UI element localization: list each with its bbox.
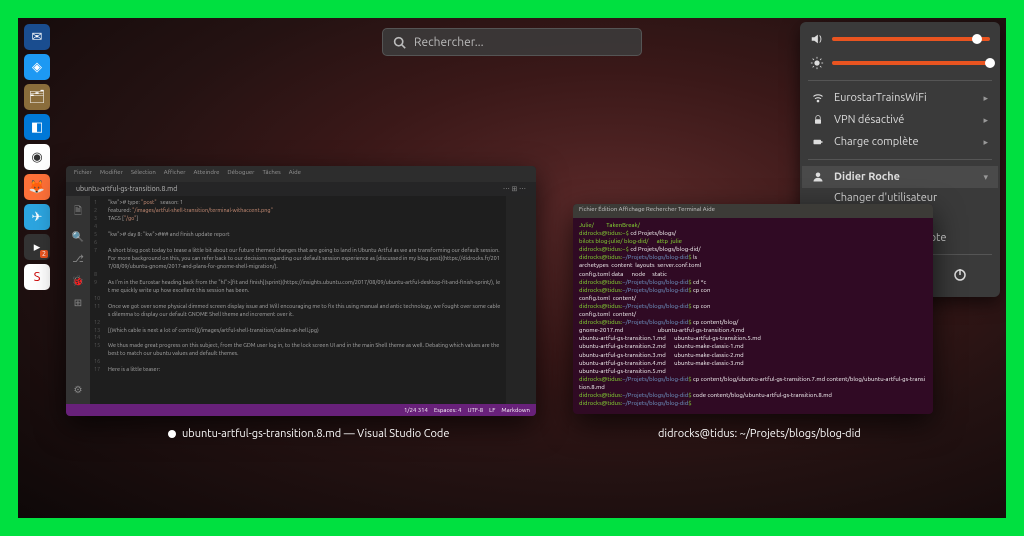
chevron-right-icon: ▸: [983, 115, 988, 126]
dock: ✉ ◈ 🗂 ◧ ◉ 🦊 ✈ ▸2 S: [18, 18, 56, 518]
extensions-icon[interactable]: ⊞: [74, 297, 82, 309]
wifi-item[interactable]: EurostarTrainsWiFi ▸: [810, 87, 990, 109]
vscode-menubar[interactable]: FichierModifierSélectionAfficherAtteindr…: [66, 166, 536, 182]
search-icon[interactable]: 🔍: [72, 231, 84, 243]
wifi-icon: [812, 92, 824, 104]
user-label: Didier Roche: [834, 171, 973, 183]
chevron-down-icon: ▾: [983, 172, 988, 183]
terminal-menubar[interactable]: Fichier Édition Affichage Rechercher Ter…: [573, 204, 933, 218]
git-icon[interactable]: ⎇: [72, 253, 84, 265]
wifi-label: EurostarTrainsWiFi: [834, 92, 973, 104]
dock-app-shutter[interactable]: S: [24, 264, 50, 290]
vscode-activity-bar[interactable]: 🗎 🔍 ⎇ 🐞 ⊞ ⚙: [66, 196, 90, 404]
volume-icon: [810, 32, 824, 46]
window-title-vscode: ubuntu-artful-gs-transition.8.md — Visua…: [168, 428, 449, 440]
desktop-overview: Rechercher... ✉ ◈ 🗂 ◧ ◉ 🦊 ✈ ▸2 S Eurosta…: [18, 18, 1006, 518]
power-icon[interactable]: [952, 267, 968, 283]
vpn-item[interactable]: VPN désactivé ▸: [810, 109, 990, 131]
vscode-tab-actions[interactable]: ⋯ ⊞ ⋯: [503, 185, 526, 193]
chevron-right-icon: ▸: [983, 93, 988, 104]
window-vscode[interactable]: FichierModifierSélectionAfficherAtteindr…: [66, 166, 536, 416]
vscode-tab-bar[interactable]: ubuntu-artful-gs-transition.8.md ⋯ ⊞ ⋯: [66, 182, 536, 196]
dock-app-thunderbird[interactable]: ✉: [24, 24, 50, 50]
volume-slider-row: [810, 32, 990, 46]
window-title-terminal: didrocks@tidus: ~/Projets/blogs/blog-did: [658, 428, 861, 440]
vscode-minimap[interactable]: [506, 196, 536, 404]
dock-app-telegram[interactable]: ✈: [24, 204, 50, 230]
chevron-right-icon: ▸: [983, 137, 988, 148]
window-terminal[interactable]: Fichier Édition Affichage Rechercher Ter…: [573, 204, 933, 414]
search-placeholder: Rechercher...: [414, 36, 484, 49]
volume-slider[interactable]: [832, 37, 990, 41]
vscode-statusbar[interactable]: 1/24 314Espaces: 4UTF-8LFMarkdown: [66, 404, 536, 416]
files-icon[interactable]: 🗎: [74, 204, 82, 221]
dock-app-vscode[interactable]: ◧: [24, 114, 50, 140]
dock-app-kde[interactable]: ◈: [24, 54, 50, 80]
vpn-label: VPN désactivé: [834, 114, 973, 126]
battery-item[interactable]: Charge complète ▸: [810, 131, 990, 153]
terminal-body[interactable]: Julie/ TakenBreak/didrocks@tidus:~$ cd P…: [573, 218, 933, 412]
vscode-tab-label: ubuntu-artful-gs-transition.8.md: [76, 185, 177, 193]
overview-search[interactable]: Rechercher...: [382, 28, 642, 56]
battery-icon: [812, 136, 824, 148]
debug-icon[interactable]: 🐞: [72, 275, 84, 287]
brightness-icon: [810, 56, 824, 70]
dock-badge: 2: [40, 250, 48, 258]
gear-icon[interactable]: ⚙: [74, 384, 83, 396]
search-icon: [393, 36, 406, 49]
user-icon: [812, 171, 824, 183]
brightness-slider-row: [810, 56, 990, 70]
user-item[interactable]: Didier Roche ▾: [802, 166, 998, 188]
dock-app-firefox[interactable]: 🦊: [24, 174, 50, 200]
dock-app-chrome[interactable]: ◉: [24, 144, 50, 170]
dock-app-terminal[interactable]: ▸2: [24, 234, 50, 260]
vscode-editor[interactable]: 1"kw"># type: "post" season: 12featured:…: [90, 196, 506, 404]
battery-label: Charge complète: [834, 136, 973, 148]
brightness-slider[interactable]: [832, 61, 990, 65]
dock-app-files[interactable]: 🗂: [24, 84, 50, 110]
lock-icon: [812, 114, 824, 126]
